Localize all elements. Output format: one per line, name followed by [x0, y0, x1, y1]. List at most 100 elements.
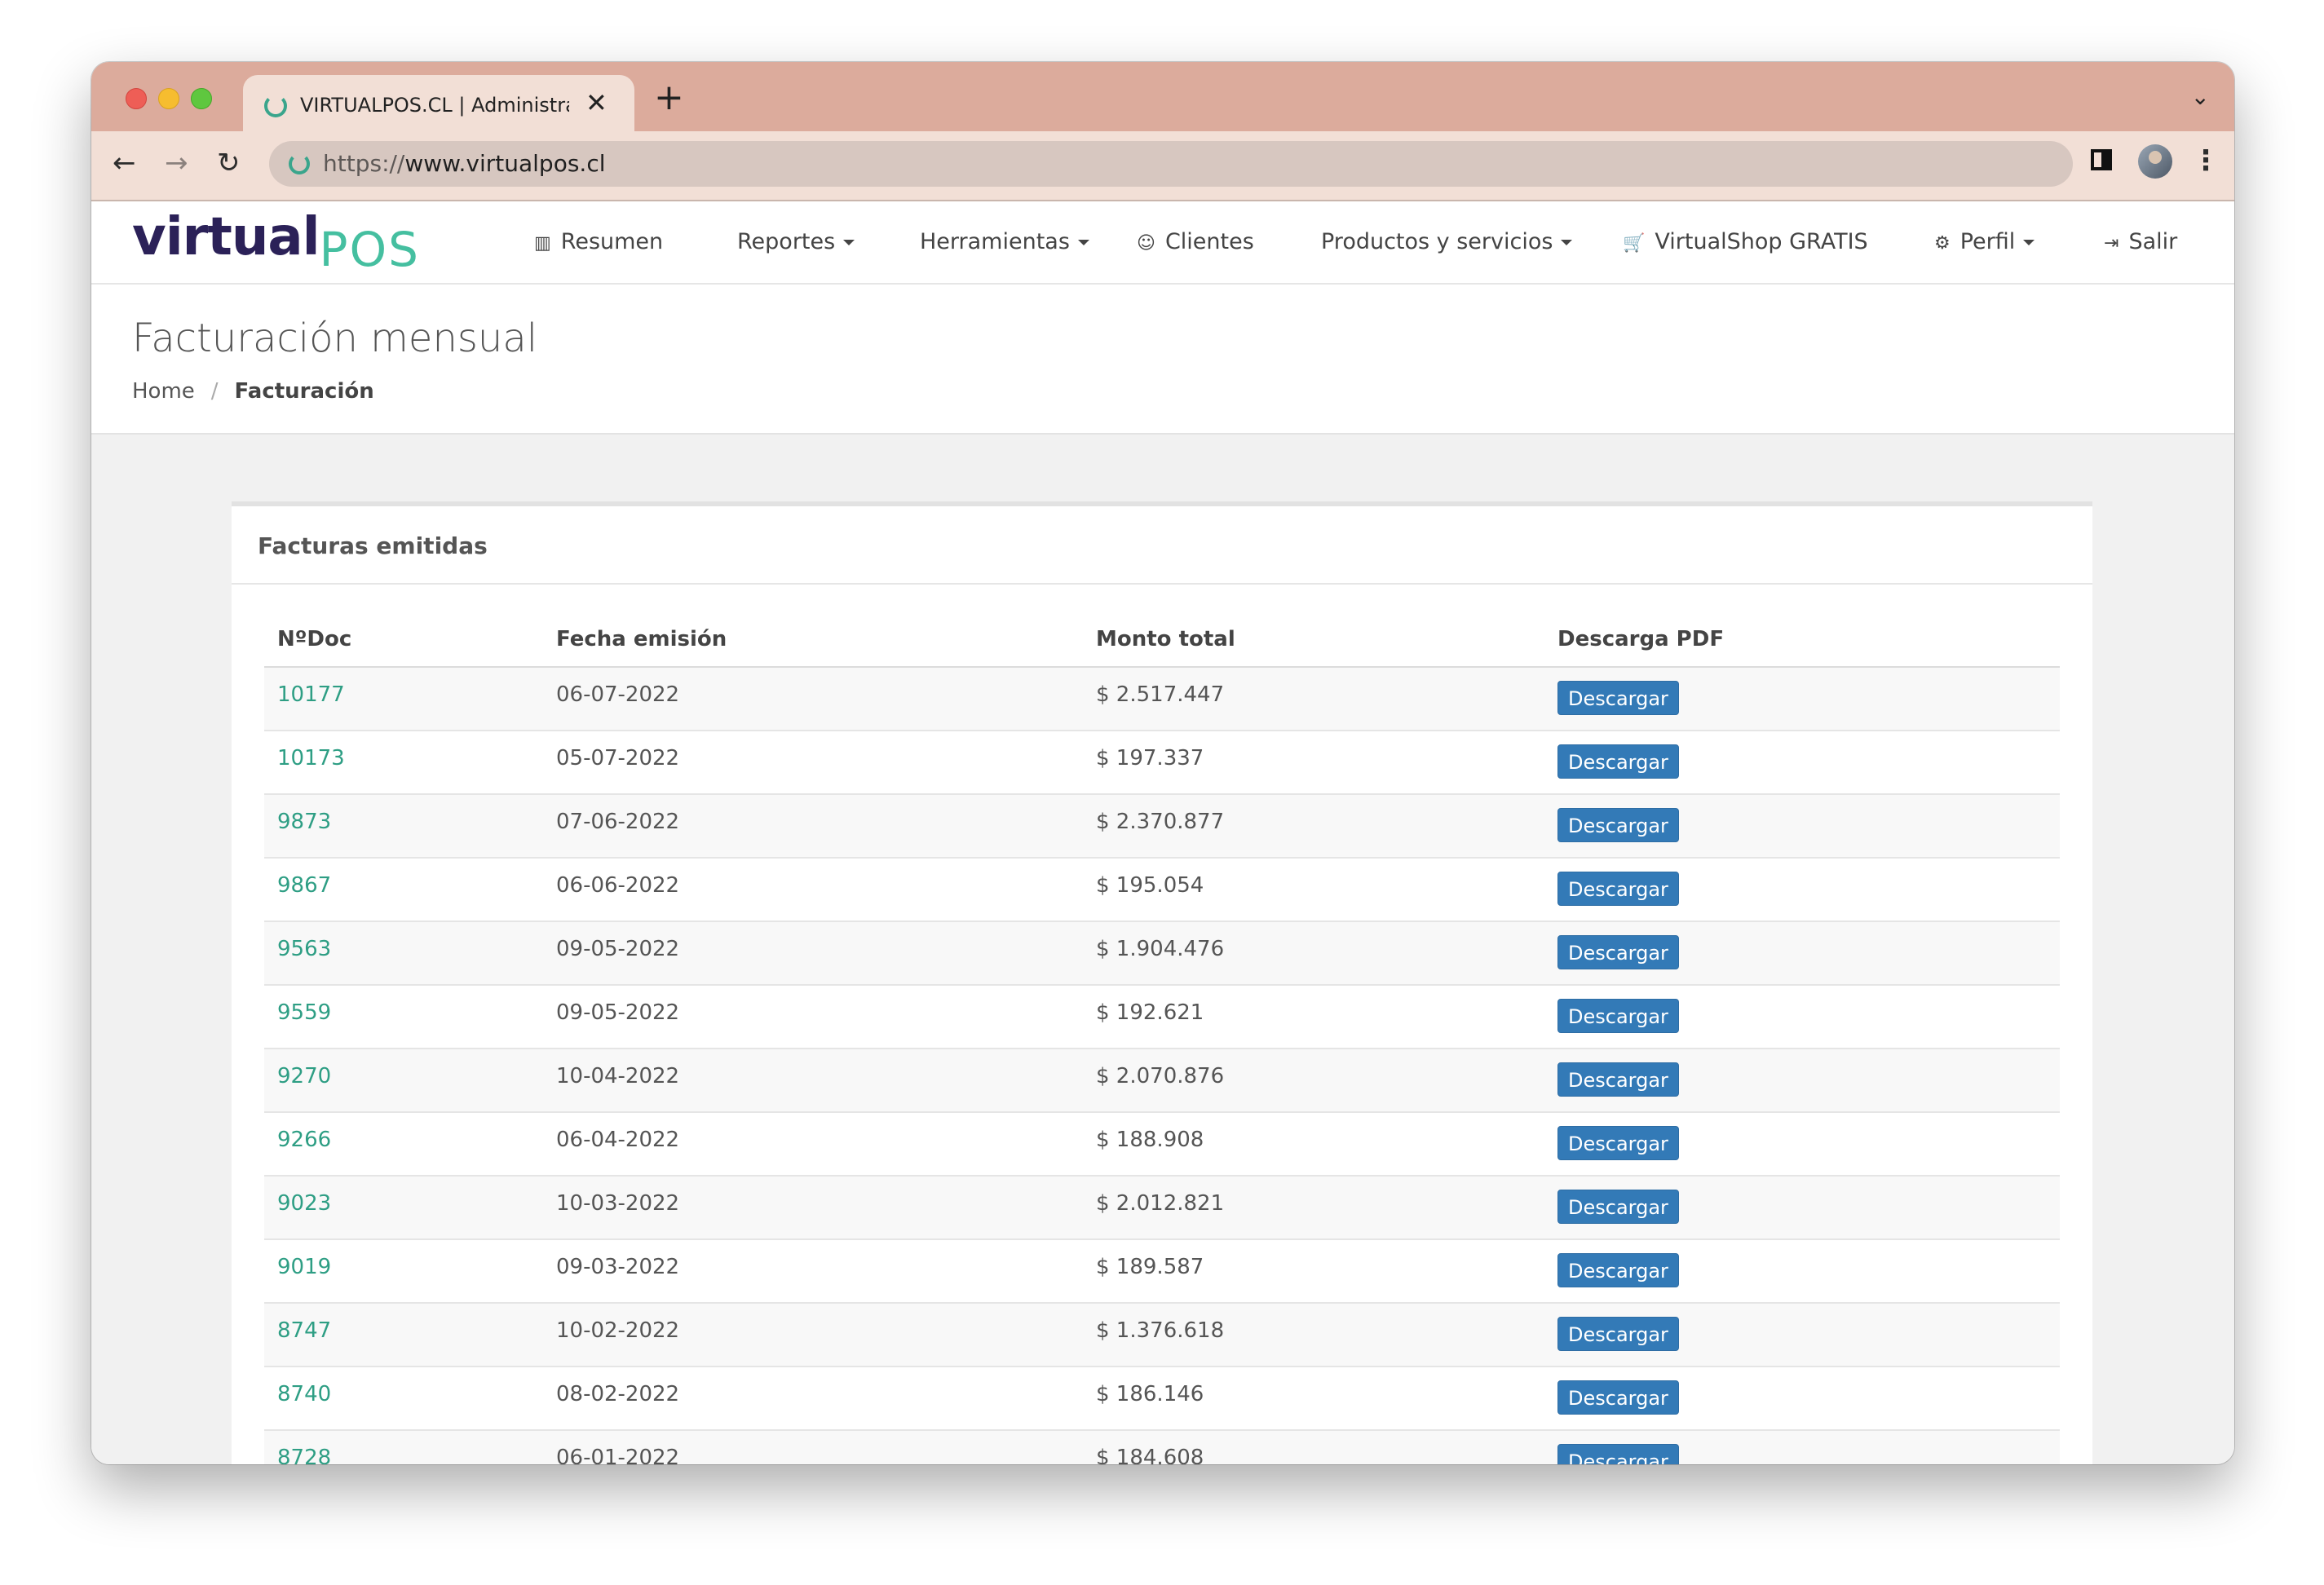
invoice-number-link[interactable]: 9270: [277, 1064, 331, 1088]
minimize-window-button[interactable]: [158, 88, 179, 109]
invoice-number-link[interactable]: 9873: [277, 810, 331, 834]
invoice-amount: $ 197.337: [1096, 746, 1204, 770]
table-row: 8747 10-02-2022 $ 1.376.618 Descargar: [264, 1304, 2060, 1367]
browser-menu-icon[interactable]: ⋮: [2192, 144, 2220, 177]
table-row: 9559 09-05-2022 $ 192.621 Descargar: [264, 986, 2060, 1049]
invoice-number-link[interactable]: 9266: [277, 1128, 331, 1152]
table-row: 9270 10-04-2022 $ 2.070.876 Descargar: [264, 1049, 2060, 1113]
table-row: 10173 05-07-2022 $ 197.337 Descargar: [264, 731, 2060, 795]
table-row: 9867 06-06-2022 $ 195.054 Descargar: [264, 859, 2060, 922]
invoice-amount: $ 2.012.821: [1096, 1191, 1225, 1216]
panel-divider: [232, 583, 2092, 585]
table-row: 10177 06-07-2022 $ 2.517.447 Descargar: [264, 668, 2060, 731]
invoice-number-link[interactable]: 9563: [277, 937, 331, 961]
download-pdf-button[interactable]: Descargar: [1557, 1062, 1679, 1097]
invoice-date: 10-03-2022: [556, 1191, 680, 1216]
browser-tab[interactable]: VIRTUALPOS.CL | Administración ✕: [243, 75, 634, 131]
content-area: Facturas emitidas NºDoc Fecha emisión Mo…: [91, 435, 2234, 1464]
invoice-number-link[interactable]: 9559: [277, 1000, 331, 1025]
loading-spinner-icon: [289, 153, 310, 174]
download-pdf-button[interactable]: Descargar: [1557, 808, 1679, 842]
caret-down-icon: [1561, 240, 1573, 245]
page-title: Facturación mensual: [132, 316, 538, 361]
invoice-amount: $ 195.054: [1096, 873, 1204, 898]
url-text: https://www.virtualpos.cl: [323, 150, 606, 177]
close-window-button[interactable]: [126, 88, 147, 109]
new-tab-button[interactable]: +: [654, 80, 684, 116]
download-pdf-button[interactable]: Descargar: [1557, 1380, 1679, 1415]
nav-herramientas[interactable]: Herramientas: [920, 226, 1089, 258]
download-pdf-button[interactable]: Descargar: [1557, 1253, 1679, 1287]
download-pdf-button[interactable]: Descargar: [1557, 935, 1679, 969]
invoice-date: 09-03-2022: [556, 1255, 680, 1279]
download-pdf-button[interactable]: Descargar: [1557, 744, 1679, 779]
download-pdf-button[interactable]: Descargar: [1557, 999, 1679, 1033]
invoice-date: 09-05-2022: [556, 1000, 680, 1025]
tab-strip: VIRTUALPOS.CL | Administración ✕ + ⌄: [91, 62, 2234, 131]
column-header-monto: Monto total: [1096, 627, 1235, 651]
bar-chart-icon: ▥: [534, 233, 551, 254]
invoice-number-link[interactable]: 8747: [277, 1318, 331, 1343]
table-row: 8728 06-01-2022 $ 184.608 Descargar: [264, 1431, 2060, 1464]
download-pdf-button[interactable]: Descargar: [1557, 1126, 1679, 1160]
panel-title: Facturas emitidas: [258, 532, 488, 559]
table-header: NºDoc Fecha emisión Monto total Descarga…: [264, 612, 2060, 668]
close-tab-icon[interactable]: ✕: [585, 88, 608, 117]
invoice-amount: $ 2.370.877: [1096, 810, 1225, 834]
tab-search-chevron-icon[interactable]: ⌄: [2191, 83, 2210, 110]
invoice-amount: $ 188.908: [1096, 1128, 1204, 1152]
invoice-amount: $ 189.587: [1096, 1255, 1204, 1279]
breadcrumb-home[interactable]: Home: [132, 379, 195, 404]
invoice-number-link[interactable]: 10173: [277, 746, 345, 770]
invoice-date: 07-06-2022: [556, 810, 680, 834]
table-row: 9023 10-03-2022 $ 2.012.821 Descargar: [264, 1177, 2060, 1240]
download-pdf-button[interactable]: Descargar: [1557, 1317, 1679, 1351]
column-header-pdf: Descarga PDF: [1557, 627, 1725, 651]
nav-virtualshop[interactable]: 🛒 VirtualShop GRATIS: [1623, 226, 1868, 260]
invoice-date: 06-07-2022: [556, 682, 680, 707]
nav-clientes[interactable]: ☺ Clientes: [1137, 226, 1254, 260]
shopping-cart-icon: 🛒: [1623, 233, 1646, 254]
invoice-number-link[interactable]: 9023: [277, 1191, 331, 1216]
invoice-amount: $ 1.376.618: [1096, 1318, 1225, 1343]
loading-spinner-icon: [264, 95, 287, 117]
reload-icon[interactable]: ↻: [217, 143, 241, 183]
breadcrumb-separator: /: [210, 379, 219, 404]
nav-resumen[interactable]: ▥ Resumen: [534, 226, 663, 260]
invoice-date: 10-02-2022: [556, 1318, 680, 1343]
column-header-doc: NºDoc: [277, 627, 352, 651]
invoice-number-link[interactable]: 8728: [277, 1446, 331, 1464]
invoice-number-link[interactable]: 9019: [277, 1255, 331, 1279]
logout-icon: ⇥: [2104, 233, 2119, 254]
nav-salir[interactable]: ⇥ Salir: [2104, 226, 2177, 260]
caret-down-icon: [2023, 240, 2035, 245]
download-pdf-button[interactable]: Descargar: [1557, 1190, 1679, 1224]
invoice-amount: $ 192.621: [1096, 1000, 1204, 1025]
invoice-number-link[interactable]: 8740: [277, 1382, 331, 1406]
virtualpos-logo[interactable]: virtualPOS: [132, 206, 418, 280]
url-input[interactable]: https://www.virtualpos.cl: [269, 141, 2073, 187]
invoice-date: 06-06-2022: [556, 873, 680, 898]
download-pdf-button[interactable]: Descargar: [1557, 681, 1679, 715]
caret-down-icon: [1077, 240, 1089, 245]
maximize-window-button[interactable]: [191, 88, 212, 109]
side-panel-icon[interactable]: [2091, 149, 2112, 170]
browser-window: VIRTUALPOS.CL | Administración ✕ + ⌄ ← →…: [91, 62, 2234, 1464]
nav-productos-servicios[interactable]: Productos y servicios: [1321, 226, 1573, 258]
table-row: 9266 06-04-2022 $ 188.908 Descargar: [264, 1113, 2060, 1177]
page-header: Facturación mensual Home / Facturación: [91, 285, 2234, 435]
gear-icon: ⚙: [1934, 233, 1951, 254]
invoice-number-link[interactable]: 10177: [277, 682, 345, 707]
invoice-date: 10-04-2022: [556, 1064, 680, 1088]
nav-reportes[interactable]: Reportes: [737, 226, 855, 258]
back-arrow-icon[interactable]: ←: [113, 143, 136, 183]
profile-avatar[interactable]: [2138, 144, 2172, 179]
nav-perfil[interactable]: ⚙ Perfil: [1934, 226, 2035, 260]
table-row: 9019 09-03-2022 $ 189.587 Descargar: [264, 1240, 2060, 1304]
invoice-amount: $ 2.070.876: [1096, 1064, 1225, 1088]
invoice-number-link[interactable]: 9867: [277, 873, 331, 898]
invoice-date: 06-01-2022: [556, 1446, 680, 1464]
download-pdf-button[interactable]: Descargar: [1557, 1444, 1679, 1464]
forward-arrow-icon[interactable]: →: [165, 143, 188, 183]
download-pdf-button[interactable]: Descargar: [1557, 872, 1679, 906]
